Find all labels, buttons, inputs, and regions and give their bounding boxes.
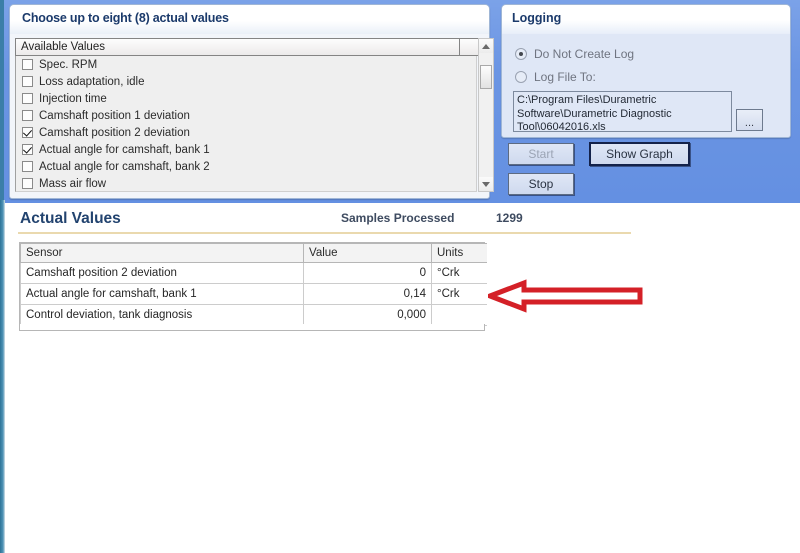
page-left-border-lower <box>0 200 5 553</box>
table-row[interactable]: Camshaft position 2 deviation 0 °Crk <box>20 262 487 284</box>
title-divider <box>18 232 631 234</box>
table-row[interactable]: Actual angle for camshaft, bank 1 0,14 °Cr… <box>20 283 487 305</box>
list-item[interactable]: Injection time <box>16 90 476 107</box>
list-item-label: Actual angle for camshaft, bank 2 <box>39 160 210 173</box>
radio-do-not-create-log-label: Do Not Create Log <box>534 47 635 61</box>
checkbox-unchecked-icon[interactable] <box>22 93 33 104</box>
available-values-list[interactable]: Spec. RPM Loss adaptation, idle Injection … <box>15 56 477 192</box>
cell-value: 0 <box>303 262 432 284</box>
checkbox-unchecked-icon[interactable] <box>22 161 33 172</box>
radio-do-not-create-log[interactable]: Do Not Create Log <box>515 47 634 61</box>
radio-selected-icon <box>515 48 527 60</box>
radio-unselected-icon <box>515 71 527 83</box>
list-item[interactable]: Spec. RPM <box>16 56 476 73</box>
cell-sensor: Actual angle for camshaft, bank 1 <box>20 283 304 305</box>
annotation-arrow-icon <box>488 279 643 313</box>
browse-log-path-button[interactable]: ... <box>736 109 763 131</box>
list-item-label: Actual angle for camshaft, bank 1 <box>39 143 210 156</box>
list-item-label: Camshaft position 1 deviation <box>39 109 190 122</box>
available-values-header-row: Available Values <box>15 38 482 56</box>
logging-panel: Logging Do Not Create Log Log File To: C… <box>501 4 791 138</box>
stop-button[interactable]: Stop <box>508 173 574 195</box>
table-row[interactable]: Control deviation, tank diagnosis 0,000 <box>20 304 487 326</box>
checkbox-unchecked-icon[interactable] <box>22 178 33 189</box>
cell-units <box>431 304 487 326</box>
checkbox-unchecked-icon[interactable] <box>22 59 33 70</box>
radio-log-file-to[interactable]: Log File To: <box>515 70 596 84</box>
checkbox-unchecked-icon[interactable] <box>22 76 33 87</box>
list-item[interactable]: Camshaft position 1 deviation <box>16 107 476 124</box>
choose-panel-title: Choose up to eight (8) actual values <box>22 11 229 25</box>
cell-value: 0,000 <box>303 304 432 326</box>
cell-sensor: Camshaft position 2 deviation <box>20 262 304 284</box>
available-values-column-header[interactable]: Available Values <box>15 38 460 56</box>
actual-values-table: Sensor Value Units Camshaft position 2 d… <box>19 242 487 327</box>
table-header-row: Sensor Value Units <box>20 243 487 263</box>
available-values-scrollbar[interactable] <box>478 38 494 192</box>
list-item-label: Mass air flow <box>39 177 107 190</box>
samples-processed-label: Samples Processed <box>341 211 455 225</box>
samples-processed-value: 1299 <box>496 211 523 225</box>
scrollbar-thumb[interactable] <box>480 65 492 89</box>
table-bottom-filler <box>19 324 485 331</box>
cell-value: 0,14 <box>303 283 432 305</box>
triangle-up-icon[interactable] <box>479 39 493 53</box>
list-item-label: Spec. RPM <box>39 58 98 71</box>
column-header-units[interactable]: Units <box>431 243 487 263</box>
list-item[interactable]: Mass air flow <box>16 175 476 191</box>
cell-units: °Crk <box>431 283 487 305</box>
column-header-value[interactable]: Value <box>303 243 432 263</box>
checkbox-checked-icon[interactable] <box>22 127 33 138</box>
cell-sensor: Control deviation, tank diagnosis <box>20 304 304 326</box>
list-item[interactable]: Camshaft position 2 deviation <box>16 124 476 141</box>
list-item[interactable]: Actual angle for camshaft, bank 2 <box>16 158 476 175</box>
list-item-label: Camshaft position 2 deviation <box>39 126 190 139</box>
triangle-down-icon[interactable] <box>479 177 493 191</box>
list-item[interactable]: Actual angle for camshaft, bank 1 <box>16 141 476 158</box>
log-file-path-field[interactable]: C:\Program Files\Durametric Software\Dur… <box>513 91 732 132</box>
cell-units: °Crk <box>431 262 487 284</box>
column-header-sensor[interactable]: Sensor <box>20 243 304 263</box>
start-button[interactable]: Start <box>508 143 574 165</box>
list-item-label: Loss adaptation, idle <box>39 75 145 88</box>
show-graph-button[interactable]: Show Graph <box>589 142 690 166</box>
list-item-label: Injection time <box>39 92 107 105</box>
page-title: Actual Values <box>20 210 121 227</box>
choose-actual-values-panel: Choose up to eight (8) actual values Ava… <box>9 4 494 199</box>
list-item[interactable]: Loss adaptation, idle <box>16 73 476 90</box>
radio-log-file-to-label: Log File To: <box>534 70 596 84</box>
checkbox-checked-icon[interactable] <box>22 144 33 155</box>
logging-panel-title: Logging <box>512 11 562 25</box>
checkbox-unchecked-icon[interactable] <box>22 110 33 121</box>
